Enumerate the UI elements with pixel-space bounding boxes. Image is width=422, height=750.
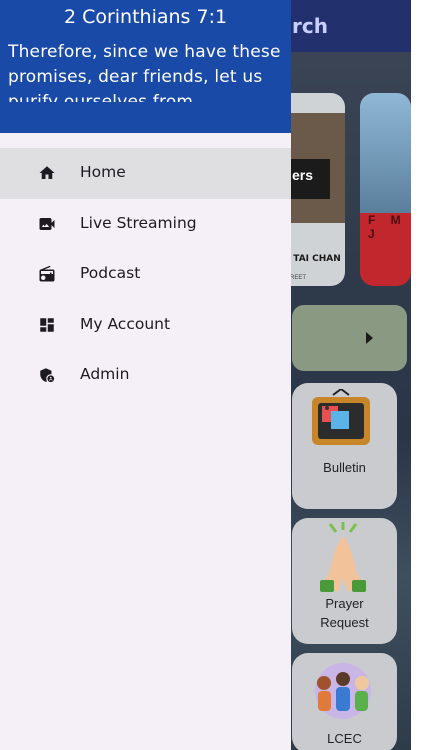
prayer-request-label-line2: Request bbox=[320, 615, 369, 630]
verse-header: 2 Corinthians 7:1 Therefore, since we ha… bbox=[0, 0, 291, 133]
nav-item-my-account[interactable]: My Account bbox=[0, 300, 291, 351]
nav-item-podcast[interactable]: Podcast bbox=[0, 249, 291, 300]
nav-item-label: Live Streaming bbox=[80, 213, 197, 232]
community-group-icon bbox=[315, 663, 371, 719]
background-header-text: rch bbox=[292, 14, 328, 38]
lcec-tile-label: LCEC bbox=[327, 731, 362, 746]
featured-card-subcaption: REET bbox=[290, 275, 307, 281]
nav-item-live-streaming[interactable]: Live Streaming bbox=[0, 199, 291, 250]
praying-hands-icon bbox=[320, 522, 366, 592]
navigation-drawer: 2 Corinthians 7:1 Therefore, since we ha… bbox=[0, 0, 291, 750]
admin-shield-icon bbox=[40, 368, 55, 383]
nav-item-label: Admin bbox=[80, 365, 130, 383]
featured-card-2-image bbox=[360, 93, 411, 213]
featured-card-2-letters: F M J bbox=[368, 213, 407, 241]
banner-bar[interactable] bbox=[292, 305, 407, 371]
verse-reference: 2 Corinthians 7:1 bbox=[63, 6, 228, 28]
play-arrow-icon bbox=[366, 332, 373, 344]
verse-text: Therefore, since we have these promises,… bbox=[8, 42, 281, 102]
nav-item-label: Podcast bbox=[80, 264, 141, 282]
bulletin-tile[interactable]: Bulletin bbox=[292, 383, 397, 509]
bulletin-board-icon bbox=[312, 389, 370, 445]
radio-icon bbox=[39, 265, 55, 282]
nav-list: Home Live Streaming Podcast My Account A… bbox=[0, 148, 291, 401]
bulletin-tile-label: Bulletin bbox=[323, 460, 366, 475]
nav-item-label: Home bbox=[80, 163, 126, 181]
video-camera-icon bbox=[39, 217, 55, 230]
featured-card-overlay-text: ers bbox=[292, 167, 314, 183]
lcec-tile[interactable]: LCEC bbox=[292, 653, 397, 750]
nav-item-home[interactable]: Home bbox=[0, 148, 291, 199]
prayer-request-label-line1: Prayer bbox=[325, 596, 364, 611]
dashboard-icon bbox=[40, 317, 54, 332]
nav-item-label: My Account bbox=[80, 314, 171, 333]
prayer-request-tile[interactable]: Prayer Request bbox=[292, 518, 397, 644]
home-icon bbox=[39, 166, 55, 179]
featured-card-2[interactable]: F M J bbox=[360, 93, 411, 286]
nav-item-admin[interactable]: Admin bbox=[0, 350, 291, 401]
